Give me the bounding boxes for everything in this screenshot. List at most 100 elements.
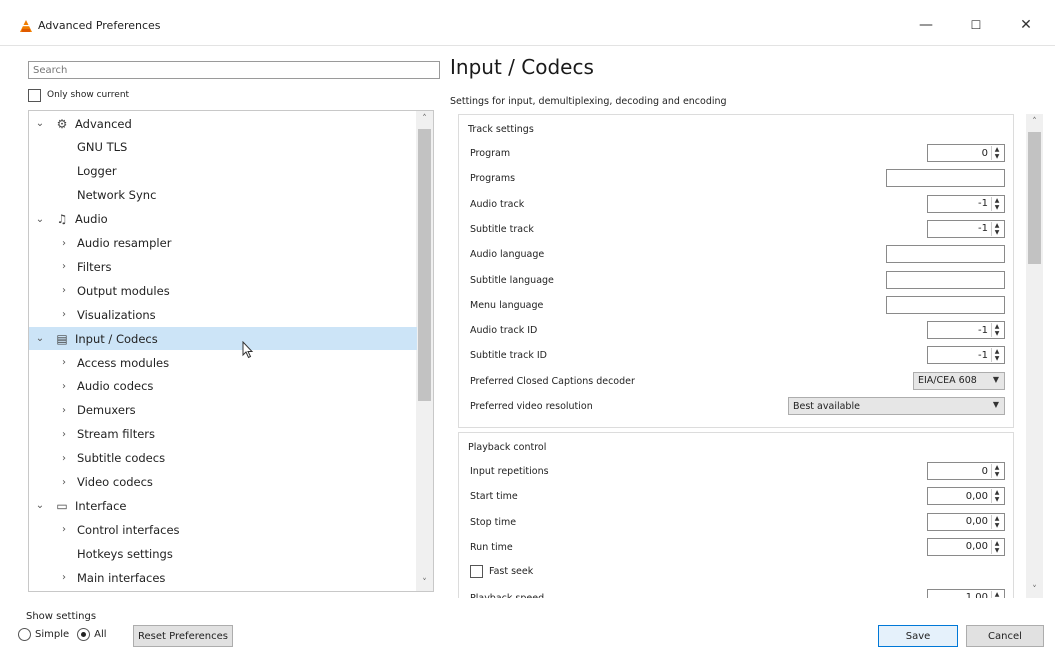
program-spinbox[interactable]: 0 ▲ ▼ <box>927 144 1005 162</box>
audio-track-label: Audio track <box>470 198 525 210</box>
programs-field[interactable] <box>886 169 1005 188</box>
collapsed-arrow-icon[interactable]: › <box>59 405 69 416</box>
tree-item-filters[interactable]: › Filters <box>29 255 417 278</box>
tree-item-label: Stream filters <box>77 427 156 442</box>
collapsed-arrow-icon[interactable]: › <box>59 238 69 249</box>
tree-scrollbar[interactable]: ˄ ˅ <box>416 111 433 591</box>
music-note-icon: ♫ <box>56 212 68 227</box>
tree-item-stream-filters[interactable]: › Stream filters <box>29 423 417 446</box>
tree-item-logger[interactable]: Logger <box>29 160 417 183</box>
search-input[interactable] <box>28 61 440 79</box>
preferred-closed-captions-decoder-value: EIA/CEA 608 <box>918 375 977 387</box>
reset-preferences-button[interactable]: Reset Preferences <box>133 625 233 647</box>
collapsed-arrow-icon[interactable]: › <box>59 309 69 320</box>
cancel-button[interactable]: Cancel <box>966 625 1044 647</box>
expand-arrow-icon[interactable]: ⌄ <box>35 500 45 511</box>
collapsed-arrow-icon[interactable]: › <box>59 357 69 368</box>
run-time-spinbox[interactable]: 0,00 ▲ ▼ <box>927 537 1005 556</box>
tree-item-network-sync[interactable]: Network Sync <box>29 184 417 207</box>
collapsed-arrow-icon[interactable]: › <box>59 477 69 488</box>
close-button[interactable]: ✕ <box>1003 10 1049 40</box>
collapsed-arrow-icon[interactable]: › <box>59 285 69 296</box>
spin-arrows-icon[interactable]: ▲▼ <box>991 539 1002 554</box>
spin-arrows-icon[interactable]: ▲▼ <box>991 323 1002 338</box>
preferred-video-resolution-dropdown[interactable]: Best available ▼ <box>788 397 1005 415</box>
tree-item-audio[interactable]: ⌄ ♫ Audio <box>29 208 417 231</box>
minimize-button[interactable]: — <box>903 10 949 40</box>
expand-arrow-icon[interactable]: ⌄ <box>35 214 45 225</box>
start-time-spinbox[interactable]: 0,00 ▲ ▼ <box>927 487 1005 506</box>
only-show-current-checkbox[interactable] <box>28 88 41 102</box>
fast-seek-checkbox[interactable] <box>470 565 483 579</box>
tree-item-advanced[interactable]: ⌄ ⚙ Advanced <box>29 112 417 135</box>
audio-language-field[interactable] <box>886 245 1005 264</box>
tree-item-subtitle-codecs[interactable]: › Subtitle codecs <box>29 447 417 470</box>
expand-arrow-icon[interactable]: ⌄ <box>35 118 45 129</box>
tree-item-interface[interactable]: ⌄ ▭ Interface <box>29 494 417 517</box>
spin-arrows-icon[interactable]: ▲▼ <box>991 221 1002 236</box>
settings-scroll-up-icon[interactable]: ˄ <box>1026 114 1043 130</box>
tree-item-demuxers[interactable]: › Demuxers <box>29 399 417 422</box>
tree-item-gnu-tls[interactable]: GNU TLS <box>29 136 417 159</box>
tree-item-label: Logger <box>77 164 117 179</box>
tree-item-video-codecs[interactable]: › Video codecs <box>29 471 417 494</box>
spin-arrows-icon[interactable]: ▲▼ <box>991 489 1002 504</box>
tree-item-label: Video codecs <box>77 475 153 489</box>
tree-item-control-interfaces[interactable]: › Control interfaces <box>29 518 417 541</box>
audio-track-spinbox[interactable]: -1 ▲ ▼ <box>927 194 1005 213</box>
spin-arrows-icon[interactable]: ▲▼ <box>991 590 1002 598</box>
maximize-button[interactable]: ☐ <box>953 10 999 40</box>
tree-item-hotkeys-settings[interactable]: Hotkeys settings <box>29 542 417 565</box>
tree-item-input-codecs[interactable]: ⌄ ▤ Input / Codecs <box>29 327 417 351</box>
spin-arrows-icon[interactable]: ▲▼ <box>991 146 1002 160</box>
fast-seek-label: Fast seek <box>489 566 534 578</box>
tree-scroll-up-icon[interactable]: ˄ <box>416 111 433 127</box>
tree-item-output-modules[interactable]: › Output modules <box>29 279 417 302</box>
audio-language-label: Audio language <box>470 249 545 261</box>
playback-speed-label: Playback speed <box>470 592 545 599</box>
subtitle-language-field[interactable] <box>886 270 1005 289</box>
audio-track-id-spinbox[interactable]: -1 ▲ ▼ <box>927 321 1005 340</box>
tree-item-access-modules[interactable]: › Access modules <box>29 351 417 374</box>
preferences-tree[interactable]: ˄ ˅ ⌄ ⚙ Advanced GNU TLS Logger Network Sync ⌄… <box>28 110 434 592</box>
tree-scroll-down-icon[interactable]: ˅ <box>416 575 433 591</box>
collapsed-arrow-icon[interactable]: › <box>59 453 69 464</box>
save-button[interactable]: Save <box>878 625 958 647</box>
tree-item-visualizations[interactable]: › Visualizations <box>29 303 417 326</box>
fast-seek-option[interactable]: Fast seek <box>470 565 534 579</box>
preferred-video-resolution-label: Preferred video resolution <box>470 401 593 412</box>
tree-item-audio-resampler[interactable]: › Audio resampler <box>29 232 417 255</box>
collapsed-arrow-icon[interactable]: › <box>59 572 69 583</box>
collapsed-arrow-icon[interactable]: › <box>59 524 69 535</box>
subtitle-track-id-value: -1 <box>978 349 988 361</box>
settings-scroll-thumb[interactable] <box>1028 132 1041 264</box>
expand-arrow-icon[interactable]: ⌄ <box>35 333 45 344</box>
program-label: Program <box>470 148 511 159</box>
collapsed-arrow-icon[interactable]: › <box>59 381 69 392</box>
subtitle-track-id-spinbox[interactable]: -1 ▲ ▼ <box>927 346 1005 365</box>
input-repetitions-spinbox[interactable]: 0 ▲ ▼ <box>927 462 1005 480</box>
spin-arrows-icon[interactable]: ▲▼ <box>991 514 1002 529</box>
all-radio[interactable] <box>77 628 91 641</box>
settings-scroll-down-icon[interactable]: ˅ <box>1026 582 1043 598</box>
tree-item-audio-codecs[interactable]: › Audio codecs <box>29 375 417 398</box>
only-show-current-option[interactable]: Only show current <box>28 88 129 102</box>
spin-arrows-icon[interactable]: ▲▼ <box>991 464 1002 478</box>
simple-radio[interactable] <box>18 628 31 641</box>
subtitle-track-id-label: Subtitle track ID <box>470 350 547 362</box>
stop-time-spinbox[interactable]: 0,00 ▲ ▼ <box>927 512 1005 531</box>
collapsed-arrow-icon[interactable]: › <box>59 261 69 272</box>
subtitle-track-spinbox[interactable]: -1 ▲ ▼ <box>927 219 1005 238</box>
show-settings-label: Show settings <box>26 611 97 622</box>
spin-arrows-icon[interactable]: ▲▼ <box>991 196 1002 211</box>
spin-arrows-icon[interactable]: ▲▼ <box>991 348 1002 363</box>
interface-icon: ▭ <box>56 498 68 513</box>
settings-scrollbar[interactable]: ˄ ˅ <box>1026 114 1043 598</box>
tree-item-main-interfaces[interactable]: › Main interfaces <box>29 566 417 589</box>
tree-scroll-thumb[interactable] <box>418 129 431 401</box>
menu-language-field[interactable] <box>886 295 1005 314</box>
preferred-closed-captions-decoder-dropdown[interactable]: EIA/CEA 608 ▼ <box>913 371 1005 390</box>
collapsed-arrow-icon[interactable]: › <box>59 429 69 440</box>
playback-speed-spinbox[interactable]: 1,00▲▼ <box>927 588 1005 598</box>
only-show-current-label: Only show current <box>47 90 130 100</box>
